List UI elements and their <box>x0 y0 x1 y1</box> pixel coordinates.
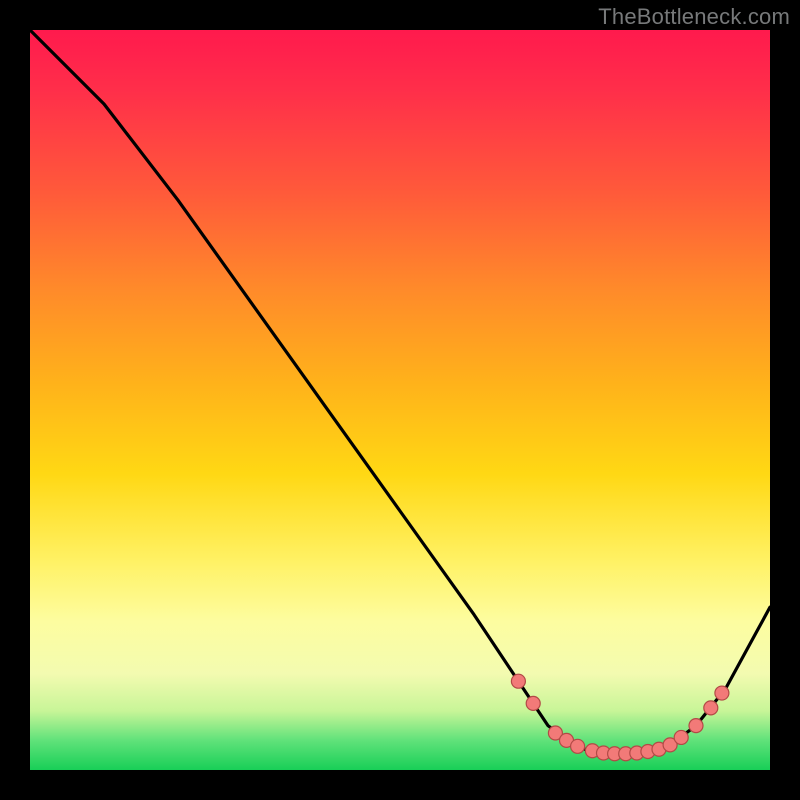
data-marker <box>715 686 729 700</box>
curve-overlay <box>30 30 770 770</box>
chart-frame: TheBottleneck.com <box>0 0 800 800</box>
data-marker <box>571 739 585 753</box>
data-marker <box>704 701 718 715</box>
plot-area <box>30 30 770 770</box>
data-marker <box>689 719 703 733</box>
bottleneck-curve <box>30 30 770 754</box>
data-marker <box>526 696 540 710</box>
data-marker <box>674 730 688 744</box>
data-marker <box>511 674 525 688</box>
attribution-label: TheBottleneck.com <box>598 4 790 30</box>
